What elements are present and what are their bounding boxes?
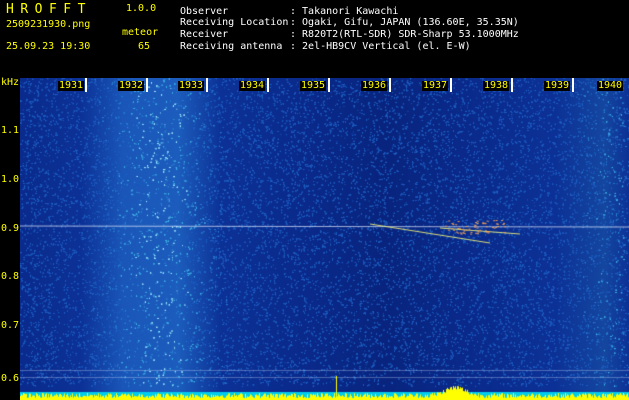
x-tick-mark: [511, 78, 513, 92]
x-tick-label: 1938: [483, 80, 510, 91]
waterfall-spectrogram: [20, 78, 629, 400]
x-tick-label: 1931: [58, 80, 85, 91]
x-tick-label: 1936: [361, 80, 388, 91]
y-tick-label: 1.0: [1, 174, 20, 185]
x-tick-label: 1937: [422, 80, 449, 91]
x-tick-mark: [85, 78, 87, 92]
app-version: 1.0.0: [126, 3, 157, 14]
x-tick-mark: [450, 78, 452, 92]
x-tick-label: 1934: [239, 80, 266, 91]
y-tick-label: 0.6: [1, 373, 20, 384]
timestamp: 25.09.23 19:30: [6, 41, 91, 52]
x-tick-mark: [146, 78, 148, 92]
x-tick-label: 1932: [118, 80, 145, 91]
y-tick-label: 0.9: [1, 223, 20, 234]
info-label-location: Receiving Location: [180, 17, 289, 28]
y-tick-label: 1.1: [1, 125, 20, 136]
info-label-receiver: Receiver: [180, 29, 229, 40]
y-tick-label: 0.8: [1, 271, 20, 282]
x-tick-mark: [572, 78, 574, 92]
app-logo: HROFFT: [6, 2, 92, 17]
header-panel: HROFFT 1.0.0 2509231930.png meteor 25.09…: [0, 0, 629, 78]
meteor-count: 65: [138, 41, 151, 52]
x-tick-label: 1940: [597, 80, 624, 91]
info-value-antenna: : 2el-HB9CV Vertical (el. E-W): [290, 41, 471, 52]
y-tick-label: 0.7: [1, 320, 20, 331]
info-value-receiver: : R820T2(RTL-SDR) SDR-Sharp 53.1000MHz: [290, 29, 519, 40]
waterfall-canvas: [20, 78, 629, 400]
x-tick-mark: [389, 78, 391, 92]
x-tick-label: 1939: [544, 80, 571, 91]
file-name: 2509231930.png: [6, 19, 91, 30]
y-axis: kHz 1.1 1.0 0.9 0.8 0.7 0.6: [0, 78, 20, 400]
info-value-location: : Ogaki, Gifu, JAPAN (136.60E, 35.35N): [290, 17, 519, 28]
y-axis-unit: kHz: [1, 77, 20, 88]
mode-label: meteor: [122, 27, 159, 38]
x-tick-mark: [328, 78, 330, 92]
info-label-antenna: Receiving antenna: [180, 41, 283, 52]
x-tick-mark: [267, 78, 269, 92]
x-tick-label: 1933: [178, 80, 205, 91]
x-tick-label: 1935: [300, 80, 327, 91]
x-tick-mark: [206, 78, 208, 92]
